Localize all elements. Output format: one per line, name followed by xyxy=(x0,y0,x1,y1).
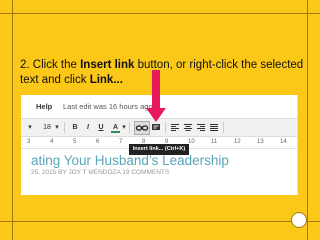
slide-border-left xyxy=(12,0,13,240)
align-left-icon xyxy=(171,124,179,131)
instruction-insert-link: Insert link xyxy=(80,59,135,71)
ruler-number: 10 xyxy=(188,139,195,145)
slide-bottom-rule xyxy=(0,221,320,222)
align-center-button[interactable] xyxy=(183,122,193,133)
toolbar-separator xyxy=(64,122,65,133)
toolbar-separator xyxy=(129,122,130,133)
instruction-link: Link... xyxy=(89,74,123,86)
slide: 2. Click the Insert link button, or righ… xyxy=(0,0,320,240)
justify-button[interactable] xyxy=(209,122,219,133)
document-meta: 25, 2015 BY JOY T MENDOZA 19 COMMENTS xyxy=(31,169,170,176)
font-dropdown-arrow-icon[interactable]: ▾ xyxy=(27,122,33,133)
instruction-step: 2. Click the xyxy=(20,59,77,71)
font-size-arrow-icon[interactable]: ▾ xyxy=(54,122,60,133)
ruler-number: 5 xyxy=(73,139,77,145)
toolbar-separator xyxy=(223,122,224,133)
ruler-number: 4 xyxy=(50,139,54,145)
ruler-number: 7 xyxy=(119,139,123,145)
slide-border-right xyxy=(307,0,308,240)
menu-help[interactable]: Help xyxy=(36,102,52,111)
last-edit-status[interactable]: Last edit was 16 hours ago xyxy=(63,102,153,111)
text-color-button[interactable]: A xyxy=(111,122,120,133)
text-color-arrow-icon[interactable]: ▾ xyxy=(121,122,127,133)
document-title: ating Your Husband’s Leadership xyxy=(31,153,229,168)
align-center-icon xyxy=(184,124,192,131)
justify-icon xyxy=(210,124,218,131)
align-left-button[interactable] xyxy=(170,122,180,133)
pointer-arrow-icon xyxy=(146,70,166,122)
slide-top-rule xyxy=(0,13,320,14)
ruler-number: 13 xyxy=(257,139,264,145)
insert-link-tooltip: Insert link... (Ctrl+K) xyxy=(129,144,189,155)
ruler-number: 14 xyxy=(280,139,287,145)
align-right-icon xyxy=(197,124,205,131)
ruler-number: 11 xyxy=(211,139,218,145)
slide-footer-dot xyxy=(291,212,307,228)
ruler-number: 3 xyxy=(27,139,31,145)
font-size-select[interactable]: 18 xyxy=(41,122,53,133)
ruler-number: 6 xyxy=(96,139,100,145)
italic-button[interactable]: I xyxy=(84,122,92,133)
bold-button[interactable]: B xyxy=(71,122,79,133)
underline-button[interactable]: U xyxy=(97,122,105,133)
align-right-button[interactable] xyxy=(196,122,206,133)
ruler-number: 12 xyxy=(234,139,241,145)
